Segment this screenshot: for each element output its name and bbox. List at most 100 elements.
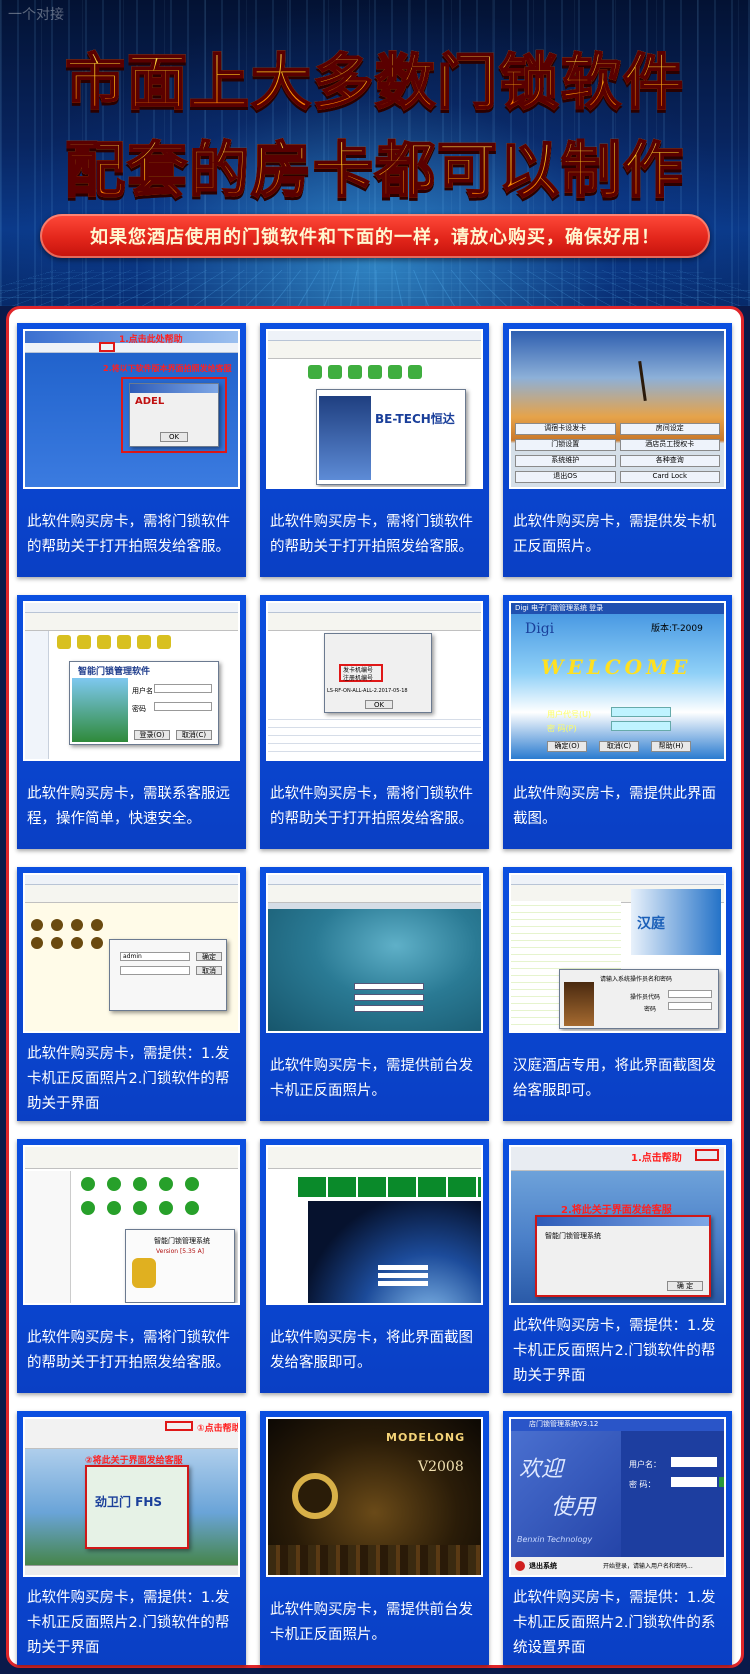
menu-item[interactable]: 门锁设置 (515, 439, 616, 451)
user-code-field[interactable] (611, 707, 671, 717)
digi-pwd-field[interactable] (611, 721, 671, 731)
status-text: 开始登录，请输入用户名和密码... (603, 1563, 693, 1570)
room-status-row (308, 365, 422, 379)
card-smart-lock[interactable]: 智能门锁管理软件 用户名 密码 登录(O) 取消(C) 此软件购买房卡，需联系客… (17, 595, 246, 849)
ok-button[interactable]: 确定 (196, 952, 222, 961)
welcome-text-2: 使用 (551, 1495, 596, 1520)
card-registration[interactable]: 发卡机编号 注册机编号 LS-RF-ON-ALL-ALL-2.2017-05-1… (260, 595, 489, 849)
fhs-logo: 劲卫门 FHS (95, 1495, 163, 1509)
help-button[interactable]: 帮助(H) (651, 741, 691, 752)
op-pwd-field[interactable] (668, 1002, 712, 1010)
username-field[interactable]: admin (120, 952, 190, 961)
ok-button[interactable]: 确 定 (667, 1281, 703, 1291)
field[interactable] (354, 1005, 424, 1012)
about-ok-button[interactable]: OK (160, 432, 188, 442)
ok-button[interactable]: OK (365, 700, 393, 709)
palm-tree (638, 360, 647, 402)
field[interactable] (354, 983, 424, 990)
menu-item[interactable]: 退出OS (515, 471, 616, 483)
about-dialog: 智能门锁管理系统 Version [5.35 A] (125, 1229, 235, 1303)
digi-pwd-label: 密 码(P) (547, 724, 577, 733)
card-caption: 此软件购买房卡，需提供：1.发卡机正反面照片2.门锁软件的帮助关于界面 (27, 1589, 230, 1656)
door-image (564, 982, 594, 1026)
card-earth[interactable]: 此软件购买房卡，将此界面截图发给客服即可。 (260, 1139, 489, 1393)
digi-logo: Digi (525, 621, 555, 637)
card-adel[interactable]: 1.点击此处帮助 2.将以下软件版本界面拍照发给客服 ADEL OK 此软件购买… (17, 323, 246, 577)
card-green-lock[interactable]: 智能门锁管理系统 Version [5.35 A] 此软件购买房卡，需将门锁软件… (17, 1139, 246, 1393)
card-hanting[interactable]: 汉庭 请输入系统操作员名和密码 操作员代码 密码 汉庭酒店专用，将此界面截图发给… (503, 867, 732, 1121)
op-pwd-label: 密码 (644, 1006, 657, 1013)
headline-line-1: 市面上大多数门锁软件 (0, 34, 750, 121)
benxin-pwd-field[interactable] (671, 1477, 717, 1487)
card-fhs[interactable]: ①点击帮助 ②将此关于界面发给客服 劲卫门 FHS 此软件购买房卡，需提供：1.… (17, 1411, 246, 1665)
cancel-button[interactable]: 取消(C) (599, 741, 639, 752)
ok-button[interactable]: 确定(O) (547, 741, 587, 752)
password-field[interactable] (120, 966, 190, 975)
hanting-logo: 汉庭 (637, 916, 665, 932)
menu-item[interactable]: 酒店员工授权卡 (619, 439, 720, 451)
field[interactable] (378, 1265, 428, 1270)
login-dialog: admin 确定 取消 (109, 939, 227, 1011)
card-caption: 此软件购买房卡，需提供：1.发卡机正反面照片2.门锁软件的帮助关于界面 (513, 1317, 716, 1384)
menu-item[interactable]: 调宿卡设发卡 (515, 423, 616, 435)
betech-logo: BE-TECH恒达 (375, 410, 455, 427)
exit-label[interactable]: 退出系统 (529, 1561, 557, 1571)
password-field[interactable] (154, 702, 212, 711)
menu-item[interactable]: Card Lock (619, 471, 720, 483)
field[interactable] (378, 1281, 428, 1286)
annotation-click-help: ①点击帮助 (197, 1424, 240, 1434)
cancel-button[interactable]: 取消(C) (176, 730, 212, 740)
menu-item[interactable]: 各种查询 (619, 455, 720, 467)
card-betech[interactable]: BE-TECH恒达 此软件购买房卡，需将门锁软件的帮助关于打开拍照发给客服。 (260, 323, 489, 577)
username-field[interactable] (154, 684, 212, 693)
menu-item[interactable]: 系统维护 (515, 455, 616, 467)
watermark: 一个对接 (8, 7, 64, 23)
card-caption: 此软件购买房卡，需将门锁软件的帮助关于打开拍照发给客服。 (27, 1330, 230, 1371)
login-art (72, 678, 128, 742)
operator-field[interactable] (668, 990, 712, 998)
header-banner: 一个对接 市面上大多数门锁软件 配套的房卡都可以制作 如果您酒店使用的门锁软件和… (0, 0, 750, 306)
field[interactable] (354, 994, 424, 1001)
exit-icon[interactable] (515, 1561, 525, 1571)
card-caption: 此软件购买房卡，需联系客服远程，操作简单，快速安全。 (27, 786, 230, 827)
login-arrow-icon[interactable] (719, 1477, 724, 1487)
version-code: LS-RF-ON-ALL-ALL-2.2017-05-18 (327, 688, 408, 694)
about-dialog: ADEL OK (129, 383, 219, 447)
card-admin-login[interactable]: admin 确定 取消 此软件购买房卡，需提供：1.发卡机正反面照片2.门锁软件… (17, 867, 246, 1121)
card-modelong[interactable]: MODELONG V2008 此软件购买房卡，需提供前台发卡机正反面照片。 (260, 1411, 489, 1665)
card-caption: 此软件购买房卡，需提供发卡机正反面照片。 (513, 514, 716, 555)
login-button[interactable]: 登录(O) (134, 730, 170, 740)
benxin-user-field[interactable] (671, 1457, 717, 1467)
pwd-label: 密码 (132, 705, 146, 713)
field[interactable] (378, 1273, 428, 1278)
menu-grid: 调宿卡设发卡 房间设定 门锁设置 酒店员工授权卡 系统维护 各种查询 退出OS … (515, 423, 720, 483)
lock-check-icon (132, 1258, 156, 1288)
operator-prompt: 请输入系统操作员名和密码 (600, 976, 673, 983)
card-desert-menu[interactable]: 调宿卡设发卡 房间设定 门锁设置 酒店员工授权卡 系统维护 各种查询 退出OS … (503, 323, 732, 577)
screenshot-registration: 发卡机编号 注册机编号 LS-RF-ON-ALL-ALL-2.2017-05-1… (266, 601, 483, 761)
benxin-tech: Benxin Technology (517, 1535, 593, 1544)
register-id-label: 注册机编号 (343, 675, 374, 682)
card-caption: 此软件购买房卡，需将门锁软件的帮助关于打开拍照发给客服。 (270, 514, 473, 555)
annotation-click-help: 1.点击此处帮助 (119, 335, 183, 345)
screenshot-betech: BE-TECH恒达 (266, 329, 483, 489)
card-boat[interactable]: 此软件购买房卡，需提供前台发卡机正反面照片。 (260, 867, 489, 1121)
hanting-card-art: 汉庭 (631, 889, 721, 955)
card-sky-about[interactable]: 1.点击帮助 2.将此关于界面发给客服 智能门锁管理系统 确 定 此软件购买房卡… (503, 1139, 732, 1393)
benxin-title: 店门锁管理系统V3.12 (511, 1419, 724, 1431)
annotation-photo-version: 2.将以下软件版本界面拍照发给客服 (103, 364, 232, 373)
card-caption: 此软件购买房卡，需提供：1.发卡机正反面照片2.门锁软件的系统设置界面 (513, 1589, 716, 1656)
cancel-button[interactable]: 取消 (196, 966, 222, 975)
help-menu-highlight (165, 1421, 193, 1431)
card-caption: 此软件购买房卡，需提供：1.发卡机正反面照片2.门锁软件的帮助关于界面 (27, 1045, 230, 1112)
card-digi[interactable]: Digi 电子门锁管理系统 登录 Digi 版本:T-2009 WELCOME … (503, 595, 732, 849)
annotation-send-about: 2.将此关于界面发给客服 (561, 1205, 672, 1216)
card-caption: 此软件购买房卡，需提供此界面截图。 (513, 786, 716, 827)
help-menu-highlight (695, 1149, 719, 1161)
welcome-text: WELCOME (541, 655, 692, 679)
headline-line-2: 配套的房卡都可以制作 (0, 122, 750, 209)
benxin-pwd-label: 密 码： (629, 1480, 656, 1489)
gold-logo-icon (292, 1473, 338, 1519)
menu-item[interactable]: 房间设定 (619, 423, 720, 435)
card-benxin[interactable]: 店门锁管理系统V3.12 欢迎 使用 Benxin Technology 用户名… (503, 1411, 732, 1665)
